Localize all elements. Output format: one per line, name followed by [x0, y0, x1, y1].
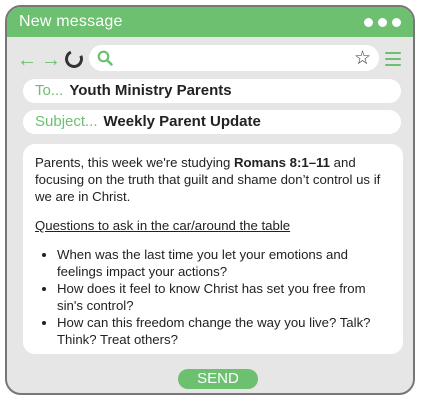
question-item: When was the last time you let your emot… — [57, 246, 391, 280]
subject-field[interactable]: Subject... Weekly Parent Update — [23, 110, 401, 134]
subject-value: Weekly Parent Update — [103, 113, 261, 130]
questions-heading: Questions to ask in the car/around the t… — [35, 218, 291, 233]
intro-text-start: Parents, this week we're studying — [35, 155, 234, 170]
send-button[interactable]: SEND — [178, 369, 258, 389]
intro-paragraph: Parents, this week we're studying Romans… — [35, 154, 391, 205]
scripture-reference: Romans 8:1–11 — [233, 155, 330, 170]
to-field[interactable]: To... Youth Ministry Parents — [23, 79, 401, 103]
to-value: Youth Ministry Parents — [69, 82, 232, 99]
subject-label: Subject... — [35, 113, 98, 130]
search-bar[interactable]: ☆ — [89, 45, 379, 71]
back-arrow-icon[interactable]: ← — [17, 50, 37, 70]
title-bar: New message — [7, 7, 413, 37]
dot — [364, 18, 373, 27]
dot — [378, 18, 387, 27]
window-title: New message — [19, 13, 123, 30]
message-body[interactable]: Parents, this week we're studying Romans… — [23, 144, 403, 354]
browser-toolbar: ← → ☆ — [7, 37, 413, 85]
questions-list: When was the last time you let your emot… — [35, 246, 391, 348]
star-icon[interactable]: ☆ — [354, 47, 371, 70]
forward-arrow-icon[interactable]: → — [41, 50, 61, 70]
refresh-icon[interactable] — [62, 47, 86, 71]
email-window: New message ← → ☆ To... Youth Ministry Pa… — [5, 5, 415, 395]
search-icon — [97, 50, 113, 66]
window-options-icon[interactable] — [364, 18, 401, 27]
dot — [392, 18, 401, 27]
question-item: How does it feel to know Christ has set … — [57, 280, 391, 314]
question-item: How can this freedom change the way you … — [57, 314, 391, 348]
to-label: To... — [35, 82, 64, 99]
hamburger-menu-icon[interactable] — [385, 52, 401, 70]
